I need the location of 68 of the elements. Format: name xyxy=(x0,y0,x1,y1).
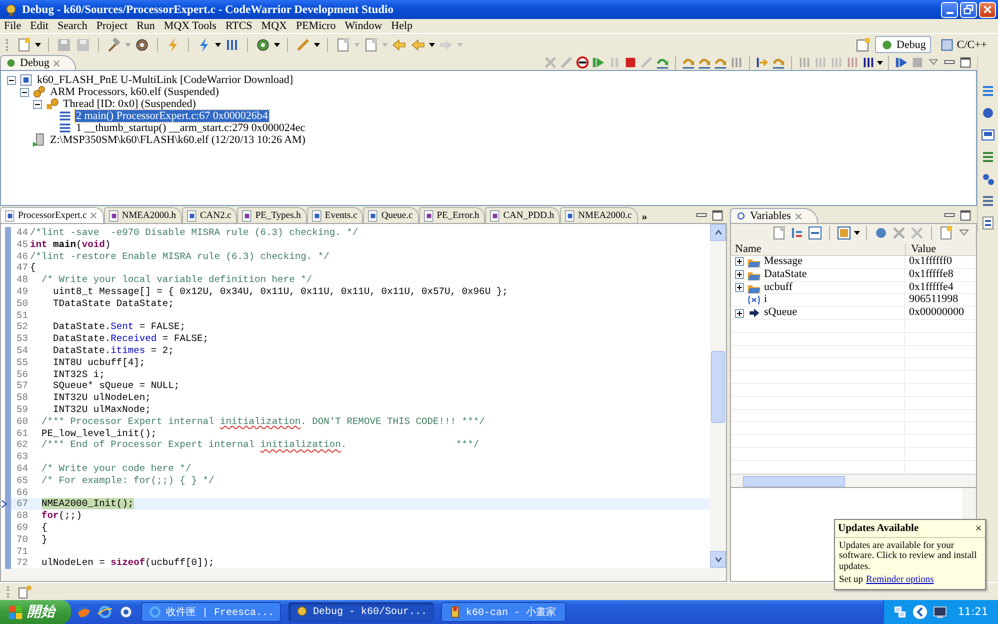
code-line: { xyxy=(30,262,36,274)
line-number: 51 xyxy=(15,310,29,322)
line-number: 67 xyxy=(15,498,29,510)
code-line: /* Write your local variable definition here */ xyxy=(40,274,312,286)
line-number: 64 xyxy=(15,462,29,475)
code-line: /* Write your code here */ xyxy=(40,462,192,475)
code-line: /*lint -restore Enable MISRA rule (6.3) checking. */ xyxy=(30,250,330,262)
code-line: TDataState DataState; xyxy=(52,298,174,310)
line-number: 61 xyxy=(15,428,29,440)
code-line: DataState.Received = FALSE; xyxy=(52,333,208,345)
clock: 11:21 xyxy=(958,606,988,618)
line-number: 47 xyxy=(15,262,29,274)
variable-value: 0x1fffffe8 xyxy=(908,268,954,281)
line-number: 58 xyxy=(15,392,29,404)
variable-name: Message xyxy=(764,256,802,268)
line-number: 55 xyxy=(15,356,29,369)
setup-label: Set up xyxy=(839,575,864,585)
code-line: DataState.Sent = FALSE; xyxy=(52,321,186,334)
notification-title: Updates Available xyxy=(838,522,919,534)
line-number: 57 xyxy=(15,380,29,392)
code-line: /*lint -save -e970 Disable MISRA rule (6.3) checking. */ xyxy=(30,227,358,239)
variable-name: ucbuff xyxy=(764,282,793,294)
line-number: 69 xyxy=(15,522,29,534)
code-line: for(;;) xyxy=(40,510,82,522)
line-number: 68 xyxy=(15,510,29,522)
line-number: 48 xyxy=(15,274,29,286)
line-number: 45 xyxy=(15,238,29,251)
line-number: 59 xyxy=(15,404,29,416)
line-number: 46 xyxy=(15,250,29,262)
code-line: PE_low_level_init(); xyxy=(40,428,157,440)
code-line: int main(void) xyxy=(30,238,111,251)
line-number: 49 xyxy=(15,286,29,298)
variable-value: 0x00000000 xyxy=(908,307,964,319)
variable-name: i xyxy=(764,294,768,306)
code-line: ulNodeLen = sizeof(ucbuff[0]); xyxy=(40,557,214,570)
line-number: 52 xyxy=(15,321,29,334)
line-number: 50 xyxy=(15,298,29,310)
line-number: 53 xyxy=(15,333,29,345)
line-number: 66 xyxy=(15,486,29,498)
line-number: 71 xyxy=(15,546,29,558)
code-line: INT8U ucbuff[4]; xyxy=(52,356,146,369)
variable-value: 0x1ffffff0 xyxy=(908,256,952,268)
code-line: /*** End of Processor Expert internal initialization. ***/ xyxy=(40,439,480,452)
code-line: SQueue* sQueue = NULL; xyxy=(52,380,180,392)
line-number: 60 xyxy=(15,416,29,428)
window-title: Debug - k60/Sources/ProcessorExpert.c - CodeWarrior Development Studio xyxy=(22,4,394,16)
code-line: INT32S i; xyxy=(52,368,105,380)
code-line: } xyxy=(40,534,48,546)
line-number: 65 xyxy=(15,474,29,487)
code-line: uint8_t Message[] = { 0x12U, 0x34U, 0x11U, 0x11U, 0x11U, 0x11U, 0x57U, 0x96U }; xyxy=(52,286,508,298)
code-line: INT32U ulMaxNode; xyxy=(52,404,151,416)
variable-value: 906511998 xyxy=(908,294,958,306)
line-number: 63 xyxy=(15,451,29,463)
line-number: 62 xyxy=(15,439,29,452)
code-line: DataState.itimes = 2; xyxy=(52,344,174,357)
code-line: /* For example: for(;;) { } */ xyxy=(40,474,214,487)
notification-message: Updates are available for your software. Click to review and install updates. xyxy=(838,540,978,574)
code-line: INT32U ulNodeLen; xyxy=(52,392,151,404)
variable-name: sQueue xyxy=(764,307,797,319)
line-number: 56 xyxy=(15,368,29,380)
variable-name: DataState xyxy=(764,268,807,281)
line-number: 72 xyxy=(15,557,29,570)
line-number: 44 xyxy=(15,227,29,239)
line-number: 70 xyxy=(15,534,29,546)
code-line: { xyxy=(40,522,48,534)
variable-value: 0x1fffffe4 xyxy=(908,282,954,294)
code-line: /*** Processor Expert internal initialization. DON'T REMOVE THIS CODE!!! ***/ xyxy=(40,416,485,428)
line-number: 54 xyxy=(15,344,29,357)
